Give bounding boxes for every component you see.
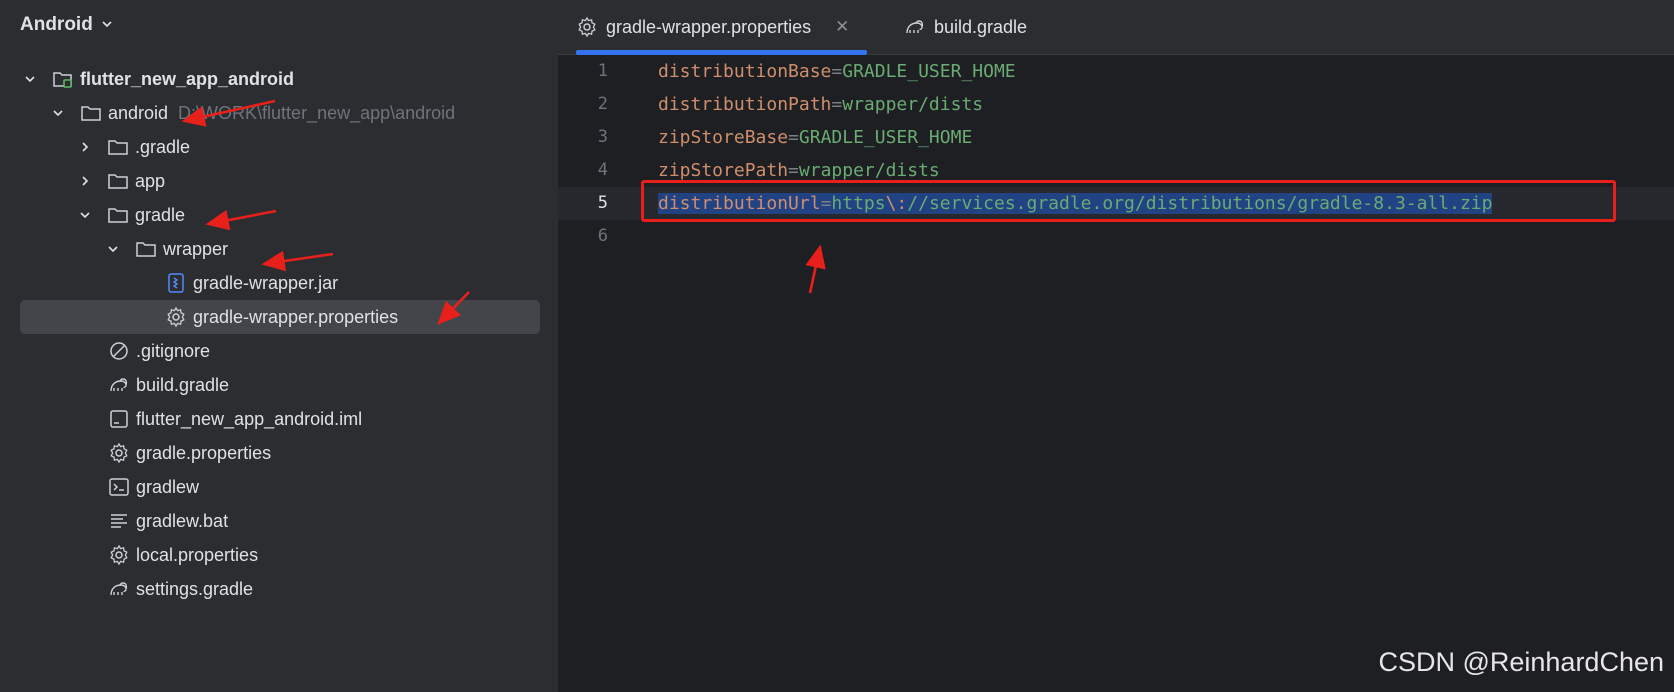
equals-sign: =: [788, 160, 799, 181]
gear-icon: [108, 544, 130, 566]
tree-item-wrapper[interactable]: wrapper: [105, 232, 228, 266]
watermark: CSDN @ReinhardChen: [1378, 647, 1664, 677]
jar-icon: [165, 272, 187, 294]
tree-item-label: flutter_new_app_android.iml: [136, 408, 363, 429]
property-key: zipStorePath: [658, 160, 789, 181]
editor: gradle-wrapper.properties ✕ build.gradle…: [558, 0, 1674, 692]
line-number: 6: [597, 226, 608, 246]
tree-item-gradle-wrapper-jar[interactable]: gradle-wrapper.jar: [165, 266, 338, 300]
property-value: GRADLE_USER_HOME: [798, 127, 973, 148]
tree-item-settings-gradle[interactable]: settings.gradle: [108, 572, 253, 606]
text-file-icon: [108, 510, 130, 532]
line-number: 5: [597, 193, 608, 213]
annotation-highlight-box: [641, 180, 1616, 222]
property-key: distributionBase: [658, 61, 832, 82]
tab-label: gradle-wrapper.properties: [606, 16, 812, 37]
tree-item-label: gradle: [135, 204, 186, 225]
gear-icon: [165, 306, 187, 328]
project-view-selector[interactable]: Android: [20, 10, 113, 40]
folder-icon: [80, 102, 102, 124]
tree-item-label: gradle.properties: [136, 442, 272, 463]
property-value: wrapper/dists: [798, 160, 940, 181]
tree-item-label: flutter_new_app_android: [80, 68, 295, 89]
gear-icon: [576, 16, 598, 38]
line-number: 2: [597, 94, 608, 114]
line-number: 3: [597, 127, 608, 147]
tree-item-label: local.properties: [136, 544, 259, 565]
property-value: wrapper/dists: [842, 94, 984, 115]
module-folder-icon: [52, 68, 74, 90]
tree-item-gradlew-bat[interactable]: gradlew.bat: [108, 504, 228, 538]
project-view-label: Android: [20, 14, 93, 35]
equals-sign: =: [788, 127, 799, 148]
code-editor[interactable]: 1 2 3 4 5 6 distributionBase=GRADLE_USER…: [558, 55, 1674, 692]
line-number: 4: [597, 160, 608, 180]
project-panel: Android flutter_new_app_android android …: [0, 0, 558, 692]
chevron-right-icon[interactable]: [77, 139, 93, 155]
chevron-down-icon[interactable]: [105, 241, 121, 257]
tree-item-label: app: [135, 170, 166, 191]
chevron-down-icon[interactable]: [50, 105, 66, 121]
folder-icon: [135, 238, 157, 260]
tree-item-label: gradlew.bat: [136, 510, 229, 531]
chevron-right-icon[interactable]: [77, 173, 93, 189]
gradle-elephant-icon: [904, 16, 926, 38]
terminal-icon: [108, 476, 130, 498]
tree-item-label: settings.gradle: [136, 578, 254, 599]
tree-item-iml-file[interactable]: flutter_new_app_android.iml: [108, 402, 362, 436]
code-line[interactable]: distributionBase=GRADLE_USER_HOME: [658, 55, 1016, 88]
gear-icon: [108, 442, 130, 464]
editor-tab-bar: gradle-wrapper.properties ✕ build.gradle: [558, 0, 1674, 55]
tree-item-label: gradle-wrapper.jar: [193, 272, 339, 293]
module-path-hint: D:\WORK\flutter_new_app\android: [178, 102, 456, 123]
chevron-down-icon[interactable]: [77, 207, 93, 223]
iml-file-icon: [108, 408, 130, 430]
tree-item-app[interactable]: app: [77, 164, 165, 198]
close-icon[interactable]: ✕: [835, 17, 849, 37]
tree-item-gradle-properties[interactable]: gradle.properties: [108, 436, 271, 470]
tree-item-label: build.gradle: [136, 374, 230, 395]
tab-label: build.gradle: [934, 16, 1028, 37]
tree-item-gradlew[interactable]: gradlew: [108, 470, 199, 504]
tree-item-gradle-wrapper-properties[interactable]: gradle-wrapper.properties: [20, 300, 540, 334]
tree-item-build-gradle[interactable]: build.gradle: [108, 368, 229, 402]
tree-item-label: wrapper: [163, 238, 229, 259]
tab-build-gradle[interactable]: build.gradle: [904, 0, 1027, 54]
chevron-down-icon: [101, 14, 113, 36]
property-key: zipStoreBase: [658, 127, 789, 148]
code-line[interactable]: distributionPath=wrapper/dists: [658, 88, 983, 121]
tree-item-label: .gradle: [135, 136, 191, 157]
tree-item-label: gradlew: [136, 476, 200, 497]
tree-item-android[interactable]: android D:\WORK\flutter_new_app\android: [50, 96, 455, 130]
tree-item-gitignore[interactable]: .gitignore: [108, 334, 210, 368]
chevron-down-icon[interactable]: [22, 71, 38, 87]
equals-sign: =: [831, 94, 843, 115]
equals-sign: =: [831, 61, 843, 82]
folder-icon: [107, 204, 129, 226]
tree-item-label: gradle-wrapper.properties: [193, 306, 399, 327]
property-key: distributionPath: [658, 94, 832, 115]
tab-gradle-wrapper-properties[interactable]: gradle-wrapper.properties ✕: [576, 0, 868, 55]
folder-icon: [107, 136, 129, 158]
tree-item-flutter-new-app-android[interactable]: flutter_new_app_android: [22, 62, 294, 96]
line-number: 1: [597, 61, 608, 81]
tree-item-local-properties[interactable]: local.properties: [108, 538, 258, 572]
gradle-elephant-icon: [108, 578, 130, 600]
tree-item-label: .gitignore: [136, 340, 211, 361]
code-line[interactable]: zipStoreBase=GRADLE_USER_HOME: [658, 121, 972, 154]
tree-item-label: android: [108, 102, 169, 123]
gitignore-icon: [108, 340, 130, 362]
folder-icon: [107, 170, 129, 192]
property-value: GRADLE_USER_HOME: [842, 61, 1016, 82]
gradle-elephant-icon: [108, 374, 130, 396]
tree-item-gradle[interactable]: gradle: [77, 198, 185, 232]
tree-item-dot-gradle[interactable]: .gradle: [77, 130, 190, 164]
